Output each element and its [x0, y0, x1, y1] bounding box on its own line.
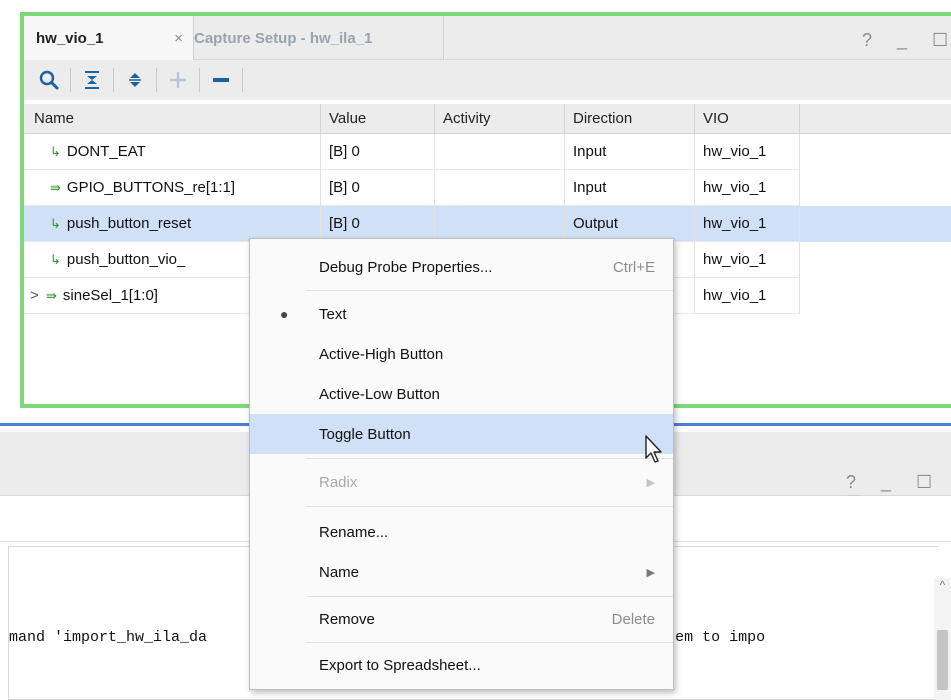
probe-value[interactable]: [B] 0 [321, 134, 435, 170]
console-scrollbar[interactable]: ^ [934, 578, 951, 700]
collapse-all-icon[interactable] [77, 65, 107, 95]
radio-selected-icon: ● [280, 306, 289, 322]
output-probe-icon: ↳ [50, 144, 61, 159]
menu-item-name[interactable]: Name ▶ [250, 552, 673, 592]
probe-name-cell: ↳ push_button_reset [24, 206, 321, 242]
output-probe-icon: ↳ [50, 216, 61, 231]
toolbar-divider [242, 68, 243, 92]
menu-divider [306, 290, 673, 291]
menu-shortcut: Ctrl+E [612, 258, 655, 276]
menu-item-label: Radix [319, 473, 358, 491]
menu-item-label: Remove [319, 610, 375, 628]
scroll-thumb[interactable] [937, 630, 948, 690]
probe-vio: hw_vio_1 [695, 134, 800, 170]
column-header-value[interactable]: Value [321, 104, 435, 134]
menu-item-radix[interactable]: Radix ▶ [250, 462, 673, 502]
table-row[interactable]: ⇛ GPIO_BUTTONS_re[1:1] [B] 0 Input hw_vio… [24, 170, 800, 206]
probe-vio: hw_vio_1 [695, 242, 800, 278]
menu-shortcut: Delete [611, 610, 655, 628]
menu-item-toggle-button[interactable]: Toggle Button [250, 414, 673, 454]
tab-hw-vio-1[interactable]: hw_vio_1 × [24, 16, 194, 60]
menu-divider [306, 458, 673, 459]
toolbar-divider [70, 68, 71, 92]
menu-item-debug-probe-properties[interactable]: Debug Probe Properties... Ctrl+E [250, 247, 673, 287]
probe-activity [435, 170, 565, 206]
probe-name: sineSel_1[1:0] [62, 287, 158, 304]
column-header-vio[interactable]: VIO [695, 104, 800, 134]
probe-vio: hw_vio_1 [695, 170, 800, 206]
table-row[interactable]: ↳ DONT_EAT [B] 0 Input hw_vio_1 [24, 134, 800, 170]
probe-direction: Output [565, 206, 695, 242]
output-probe-icon: ↳ [50, 252, 61, 267]
close-icon[interactable]: × [174, 30, 183, 47]
chevron-right-icon[interactable]: > [30, 278, 40, 313]
probe-name: push_button_vio_ [66, 251, 186, 268]
menu-divider [306, 596, 673, 597]
context-menu: Debug Probe Properties... Ctrl+E ● Text … [249, 238, 674, 690]
menu-item-export-to-spreadsheet[interactable]: Export to Spreadsheet... [250, 645, 673, 685]
menu-item-label: Active-Low Button [319, 385, 440, 403]
probe-name: push_button_reset [66, 215, 192, 232]
menu-item-label: Rename... [319, 523, 389, 541]
remove-icon[interactable] [206, 65, 236, 95]
probe-name-cell: ⇛ GPIO_BUTTONS_re[1:1] [24, 170, 321, 206]
probe-activity [435, 134, 565, 170]
table-header: Name Value Activity Direction VIO [24, 104, 951, 134]
probe-name: GPIO_BUTTONS_re[1:1] [66, 179, 236, 196]
window-controls[interactable]: ? _ ☐ [862, 30, 951, 51]
menu-divider [306, 642, 673, 643]
column-header-direction[interactable]: Direction [565, 104, 695, 134]
probe-name: DONT_EAT [66, 143, 146, 160]
menu-item-active-low-button[interactable]: Active-Low Button [250, 374, 673, 414]
probe-value[interactable]: [B] 0 [321, 170, 435, 206]
probe-direction: Input [565, 134, 695, 170]
menu-item-label: Text [319, 305, 347, 323]
menu-item-active-high-button[interactable]: Active-High Button [250, 334, 673, 374]
table-row-selected[interactable]: ↳ push_button_reset [B] 0 Output hw_vio_1 [24, 206, 951, 242]
submenu-arrow-icon: ▶ [646, 566, 655, 579]
toolbar-divider [113, 68, 114, 92]
tab-strip: hw_vio_1 × Capture Setup - hw_ila_1 ? _ … [24, 16, 951, 60]
menu-item-label: Active-High Button [319, 345, 444, 363]
menu-item-remove[interactable]: Remove Delete [250, 599, 673, 639]
probe-activity [435, 206, 565, 242]
menu-item-text[interactable]: ● Text [250, 294, 673, 334]
tab-label: Capture Setup - hw_ila_1 [194, 29, 373, 47]
menu-item-label: Name [319, 563, 360, 581]
submenu-arrow-icon: ▶ [646, 476, 655, 489]
add-icon[interactable] [163, 65, 193, 95]
bus-probe-icon: ⇛ [46, 288, 57, 303]
toolbar-divider [199, 68, 200, 92]
column-header-name[interactable]: Name [24, 104, 321, 134]
menu-item-label: Toggle Button [319, 425, 411, 443]
probe-value[interactable]: [B] 0 [321, 206, 435, 242]
probe-vio: hw_vio_1 [695, 278, 800, 314]
toolbar [24, 60, 951, 100]
tab-label: hw_vio_1 [36, 29, 104, 47]
scroll-up-icon[interactable]: ^ [934, 578, 951, 594]
column-header-activity[interactable]: Activity [435, 104, 565, 134]
menu-item-rename[interactable]: Rename... [250, 512, 673, 552]
probe-direction: Input [565, 170, 695, 206]
tab-capture-setup[interactable]: Capture Setup - hw_ila_1 [194, 16, 444, 60]
mouse-cursor-icon [645, 435, 662, 463]
probe-name-cell: ↳ DONT_EAT [24, 134, 321, 170]
bus-probe-icon: ⇛ [50, 180, 61, 195]
toolbar-divider [156, 68, 157, 92]
probe-vio: hw_vio_1 [695, 206, 800, 242]
expand-all-icon[interactable] [120, 65, 150, 95]
menu-item-label: Debug Probe Properties... [319, 258, 493, 276]
menu-divider [306, 506, 673, 507]
menu-item-label: Export to Spreadsheet... [319, 656, 481, 674]
search-icon[interactable] [34, 65, 64, 95]
